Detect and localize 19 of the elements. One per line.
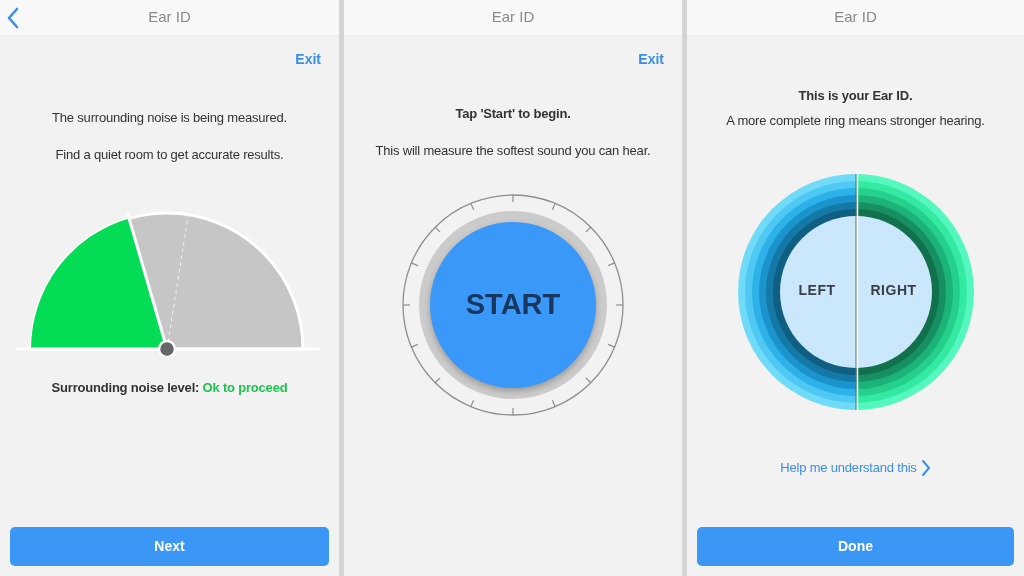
screen-title: Ear ID (491, 7, 535, 28)
result-heading: This is your Ear ID. (797, 87, 914, 105)
result-text: A more complete ring means stronger hearing. (725, 111, 986, 130)
screen-title: Ear ID (834, 7, 877, 28)
done-button[interactable]: Done (697, 527, 1014, 566)
screen-title: Ear ID (148, 7, 191, 28)
back-icon[interactable] (6, 7, 20, 29)
chevron-icon (920, 458, 931, 477)
instruction-text: The surrounding noise is being measured. (51, 109, 288, 127)
noise-status: Surrounding noise level: Ok to proceed (50, 379, 289, 397)
right-label: RIGHT (870, 281, 917, 300)
instruction-text: This will measure the softest sound you can hear. (374, 141, 652, 160)
exit-link[interactable]: Exit (295, 48, 321, 70)
left-label: LEFT (798, 281, 836, 300)
help-link[interactable]: Help me understand this (780, 458, 931, 478)
instruction-text: Find a quiet room to get accurate results. (54, 145, 285, 164)
next-button[interactable]: Next (10, 527, 329, 566)
instruction-heading: Tap 'Start' to begin. (454, 105, 572, 123)
exit-link[interactable]: Exit (638, 48, 664, 70)
